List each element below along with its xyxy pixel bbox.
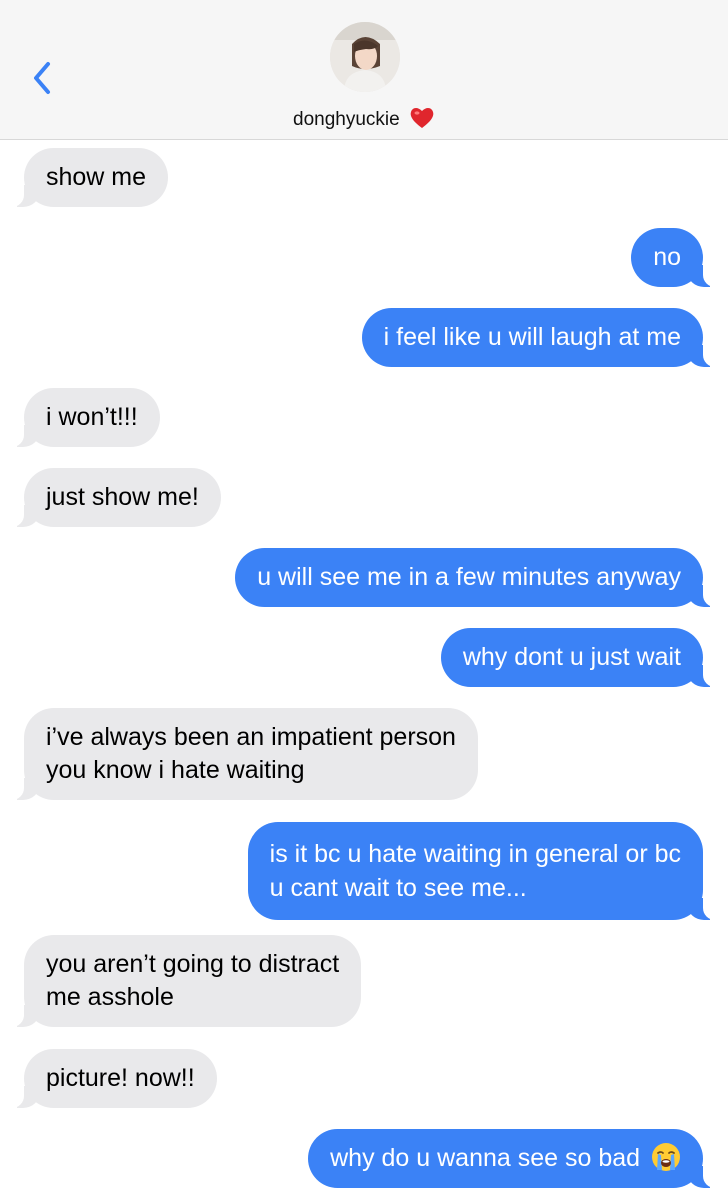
contact-name-row[interactable]: donghyuckie (0, 106, 728, 131)
red-heart-emoji-icon (409, 106, 435, 130)
contact-avatar[interactable] (330, 22, 400, 92)
message-bubble-incoming[interactable]: i’ve always been an impatient person you… (6, 708, 478, 800)
loudly-crying-face-emoji-icon (651, 1142, 681, 1172)
message-text: no (653, 243, 681, 271)
message-text: i feel like u will laugh at me (383, 323, 681, 351)
message-text: show me (46, 163, 147, 191)
message-text-line: you know i hate waiting (46, 756, 305, 784)
message-text-line: you aren’t going to distract (46, 950, 340, 978)
message-bubble-incoming[interactable]: you aren’t going to distract me asshole (5, 935, 362, 1027)
message-text-line: u cant wait to see me... (269, 874, 527, 902)
message-bubble-incoming[interactable]: show me (5, 148, 169, 207)
message-bubble-incoming[interactable]: i won’t!!! (6, 388, 160, 447)
message-bubble-incoming[interactable]: just show me! (6, 468, 221, 527)
message-text-line: me asshole (46, 983, 174, 1011)
message-text: why do u wanna see so bad (330, 1144, 641, 1172)
back-button[interactable] (28, 58, 58, 98)
message-text: why dont u just wait (462, 643, 681, 671)
message-bubble-outgoing[interactable]: why do u wanna see so bad (308, 1129, 721, 1188)
message-bubble-outgoing[interactable]: is it bc u hate waiting in general or bc… (247, 822, 722, 920)
message-text-line: i’ve always been an impatient person (46, 723, 456, 751)
message-bubble-outgoing[interactable]: u will see me in a few minutes anyway (235, 548, 721, 607)
message-text: just show me! (46, 483, 199, 511)
message-bubble-outgoing[interactable]: why dont u just wait (440, 628, 722, 687)
message-text: picture! now!! (46, 1064, 195, 1092)
message-bubble-incoming[interactable]: picture! now!! (6, 1049, 217, 1108)
avatar-photo (330, 22, 400, 92)
chevron-left-icon (34, 62, 50, 94)
message-text: u will see me in a few minutes anyway (257, 563, 681, 591)
message-text-line: is it bc u hate waiting in general or bc (269, 840, 681, 868)
message-bubble-outgoing[interactable]: no (631, 228, 721, 287)
contact-name: donghyuckie (293, 109, 400, 130)
message-text: i won’t!!! (46, 403, 138, 431)
conversation-header: donghyuckie (0, 0, 728, 140)
message-bubble-outgoing[interactable]: i feel like u will laugh at me (361, 308, 722, 367)
